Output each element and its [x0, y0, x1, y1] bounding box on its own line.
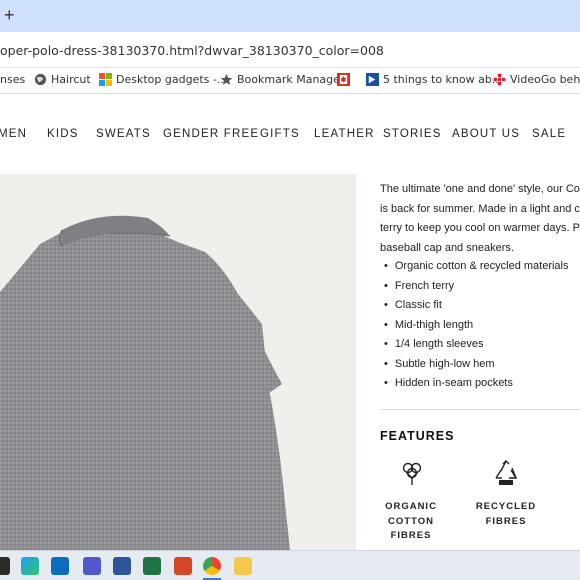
nav-item-stories[interactable]: STORIES — [383, 128, 442, 140]
maple-leaf-icon — [337, 73, 350, 86]
product-description: The ultimate 'one and done' style, our C… — [380, 180, 580, 258]
word-icon[interactable] — [113, 557, 131, 575]
nav-item-gender-free[interactable]: GENDER FREE — [163, 128, 259, 140]
recycle-icon — [495, 460, 518, 485]
nav-item-kids[interactable]: KIDS — [47, 128, 79, 140]
description-line: baseball cap and sneakers. — [380, 241, 514, 254]
bookmark-label: nses — [0, 73, 26, 86]
feature-label-organic-cotton: ORGANIC COTTON FIBRES — [385, 501, 437, 541]
list-item: French terry — [384, 277, 580, 297]
search-icon[interactable] — [0, 557, 10, 575]
section-divider — [380, 409, 580, 410]
powerpoint-icon[interactable] — [174, 557, 192, 575]
bookmark-item[interactable]: 5 things to know ab... — [366, 73, 502, 86]
bookmark-label: Haircut — [51, 73, 91, 86]
bookmark-label: Bookmark Manager — [237, 73, 345, 86]
main-navigation: MEN KIDS SWEATS GENDER FREE GIFTS LEATHE… — [0, 94, 580, 174]
list-item: 1/4 length sleeves — [384, 335, 580, 355]
windows-logo-icon — [99, 73, 112, 86]
url-text[interactable]: oper-polo-dress-38130370.html?dwvar_3813… — [0, 43, 384, 58]
file-explorer-icon[interactable] — [234, 557, 252, 575]
star-icon — [220, 73, 233, 85]
browser-tab-strip: + — [0, 0, 580, 32]
bookmark-label: 5 things to know ab... — [383, 73, 503, 86]
nav-item-men[interactable]: MEN — [0, 128, 27, 140]
edge-icon[interactable] — [21, 557, 39, 575]
description-line: The ultimate 'one and done' style, our C… — [380, 183, 580, 195]
bookmark-item[interactable]: Haircut — [34, 73, 91, 86]
bookmark-item[interactable] — [337, 73, 350, 86]
bookmark-item[interactable]: Bookmark Manager — [220, 73, 344, 86]
address-bar[interactable]: oper-polo-dress-38130370.html?dwvar_3813… — [0, 32, 580, 68]
chrome-icon[interactable] — [203, 557, 221, 575]
list-item: Classic fit — [384, 296, 580, 316]
bookmarks-bar: nses Haircut Desktop gadgets -... Bookma… — [0, 68, 580, 94]
outlook-icon[interactable] — [51, 557, 69, 575]
bookmark-label: VideoGo behind — [510, 73, 580, 86]
nav-item-gifts[interactable]: GIFTS — [260, 128, 300, 140]
bookmark-item[interactable]: nses — [0, 73, 25, 86]
excel-icon[interactable] — [143, 557, 161, 575]
description-line: terry to keep you cool on warmer days. P — [380, 222, 580, 234]
list-item: Mid-thigh length — [384, 316, 580, 336]
web-page: MEN KIDS SWEATS GENDER FREE GIFTS LEATHE… — [0, 94, 580, 550]
globe-icon — [34, 73, 47, 86]
feature-label-recycled: RECYCLED FIBRES — [475, 501, 537, 527]
nav-item-about-us[interactable]: ABOUT US — [452, 128, 520, 140]
new-tab-button[interactable]: + — [4, 5, 15, 25]
nav-item-sweats[interactable]: SWEATS — [96, 128, 151, 140]
cbc-icon — [493, 73, 506, 86]
product-image[interactable] — [0, 174, 356, 550]
cotton-plant-icon — [402, 462, 422, 485]
list-item: Organic cotton & recycled materials — [384, 257, 580, 277]
nav-item-sale[interactable]: SALE — [532, 128, 566, 140]
polo-shirt-image — [0, 215, 290, 550]
flag-icon — [366, 73, 379, 86]
features-heading: FEATURES — [380, 429, 455, 443]
list-item: Subtle high-low hem — [384, 355, 580, 375]
bookmark-label: Desktop gadgets -... — [116, 73, 228, 86]
bookmark-item[interactable]: VideoGo behind — [493, 73, 580, 86]
taskbar — [0, 550, 580, 580]
product-details-list: Organic cotton & recycled materials Fren… — [384, 257, 580, 394]
description-line: is back for summer. Made in a light and … — [380, 202, 580, 215]
list-item: Hidden in-seam pockets — [384, 374, 580, 394]
bookmark-item[interactable]: Desktop gadgets -... — [99, 73, 227, 86]
nav-item-leather[interactable]: LEATHER — [314, 128, 375, 140]
teams-icon[interactable] — [83, 557, 101, 575]
